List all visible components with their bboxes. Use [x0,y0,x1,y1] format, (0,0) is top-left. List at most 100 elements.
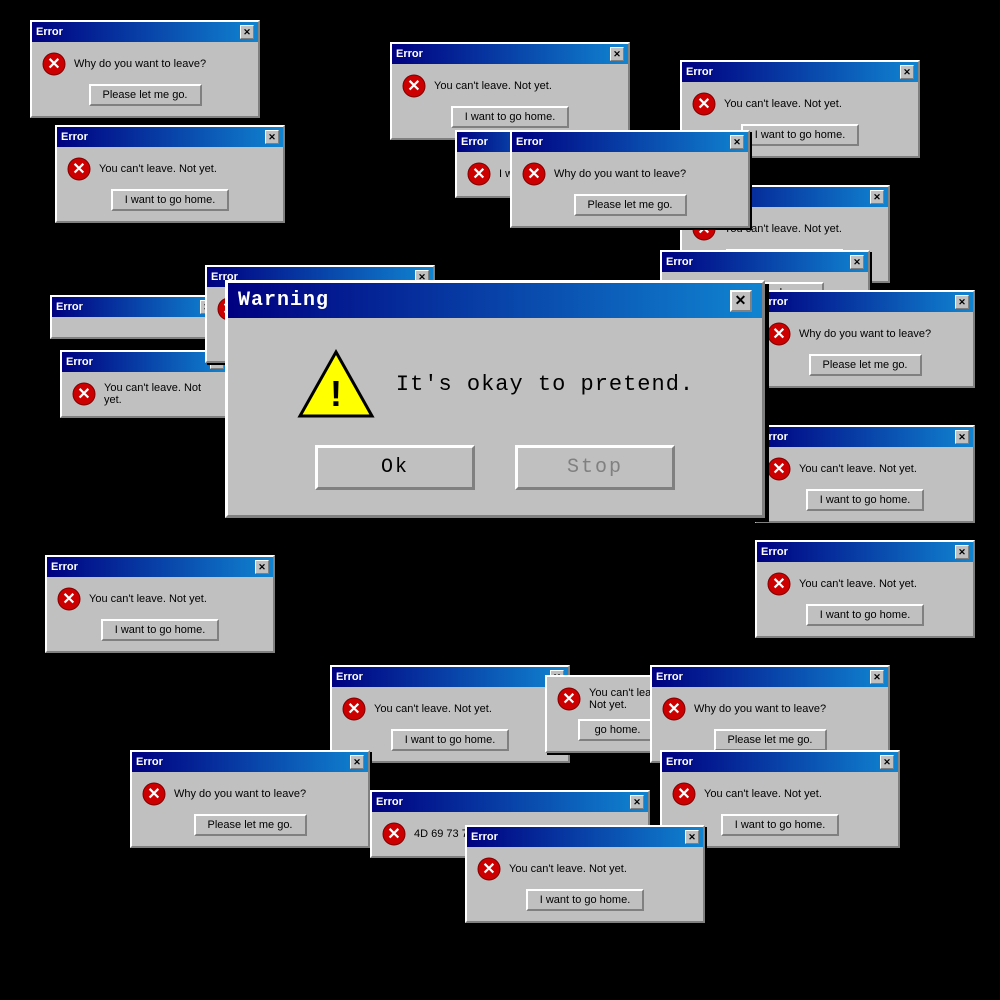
svg-text:✕: ✕ [482,861,495,878]
error-titlebar: Error ✕ [57,127,283,147]
error-title-label: Error [761,296,788,308]
error-message-row: ✕ You can't leave. Not yet. [767,572,963,596]
error-icon: ✕ [57,587,81,611]
error-message-row: ✕ You can't leave. Not yet. [67,157,273,181]
error-close-button[interactable]: ✕ [630,795,644,809]
error-body: ✕ Why do you want to leave? Please let m… [132,772,368,846]
error-close-button[interactable]: ✕ [255,560,269,574]
error-close-button[interactable]: ✕ [870,190,884,204]
svg-text:✕: ✕ [677,786,690,803]
error-title-label: Error [51,561,78,573]
warning-dialog: Warning ✕ ! It's okay to pretend. Ok Sto… [225,280,765,518]
error-dialog: Error ✕ ✕ Why do you want to leave? Plea… [650,665,890,763]
error-message: You can't leave. Not yet. [89,593,207,605]
error-dialog: Error ✕ ✕ You can't leave. Not yet. I wa… [45,555,275,653]
error-title-label: Error [666,256,693,268]
error-body: ✕ You can't leave. Not yet. I want to go… [757,447,973,521]
error-close-button[interactable]: ✕ [870,670,884,684]
error-title-label: Error [656,671,683,683]
svg-text:✕: ✕ [472,166,485,183]
error-action-button[interactable]: Please let me go. [194,814,307,836]
error-action-button[interactable]: Please let me go. [574,194,687,216]
error-body: ✕ Why do you want to leave? Please let m… [512,152,748,226]
error-message-row: ✕ Why do you want to leave? [42,52,248,76]
error-action-button[interactable]: I want to go home. [806,489,925,511]
error-action-button[interactable]: Please let me go. [809,354,922,376]
error-icon: ✕ [672,782,696,806]
error-body: ✕ You can't leave. Not yet. I want to go… [57,147,283,221]
ok-button[interactable]: Ok [315,445,475,490]
stop-button[interactable]: Stop [515,445,675,490]
error-title-label: Error [686,66,713,78]
warning-close-button[interactable]: ✕ [730,290,752,312]
error-message: You can't leave. Not yet. [799,463,917,475]
error-action-button[interactable]: Please let me go. [714,729,827,751]
error-body: ✕ You can't leave. Not yet. I want to go… [757,562,973,636]
svg-text:✕: ✕ [62,591,75,608]
error-titlebar: Error ✕ [47,557,273,577]
svg-text:✕: ✕ [47,56,60,73]
error-message-row: ✕ Why do you want to leave? [767,322,963,346]
warning-message-row: ! It's okay to pretend. [296,348,694,420]
error-action-button[interactable]: go home. [578,719,658,741]
svg-text:✕: ✕ [387,826,400,843]
error-action-button[interactable]: I want to go home. [526,889,645,911]
error-close-button[interactable]: ✕ [685,830,699,844]
error-close-button[interactable]: ✕ [850,255,864,269]
error-message: You can't leave. Not yet. [434,80,552,92]
error-message: Why do you want to leave? [694,703,826,715]
error-action-button[interactable]: I want to go home. [451,106,570,128]
error-close-button[interactable]: ✕ [900,65,914,79]
error-close-button[interactable]: ✕ [955,545,969,559]
warning-buttons: Ok Stop [315,445,675,490]
error-body: ✕ You can't leave. Not yet. [62,372,228,416]
error-titlebar: Error ✕ [132,752,368,772]
error-icon: ✕ [67,157,91,181]
error-close-button[interactable]: ✕ [265,130,279,144]
error-close-button[interactable]: ✕ [955,295,969,309]
error-dialog: Error ✕ ✕ Why do you want to leave? Plea… [30,20,260,118]
error-close-button[interactable]: ✕ [880,755,894,769]
error-action-button[interactable]: I want to go home. [111,189,230,211]
error-body: ✕ You can't leave. Not yet. I want to go… [392,64,628,138]
error-close-button[interactable]: ✕ [610,47,624,61]
error-titlebar: Error ✕ [467,827,703,847]
error-action-button[interactable]: Please let me go. [89,84,202,106]
error-action-button[interactable]: I want to go home. [806,604,925,626]
error-close-button[interactable]: ✕ [730,135,744,149]
error-dialog: Error ✕ ✕ You can't leave. Not yet. I wa… [755,540,975,638]
error-titlebar: Error ✕ [662,752,898,772]
svg-text:✕: ✕ [667,701,680,718]
svg-text:✕: ✕ [147,786,160,803]
error-message-row: ✕ Why do you want to leave? [662,697,878,721]
error-titlebar: Error ✕ [332,667,568,687]
error-action-button[interactable]: I want to go home. [721,814,840,836]
error-message: Why do you want to leave? [174,788,306,800]
error-titlebar: Error ✕ [32,22,258,42]
error-message: You can't leave. Not yet. [509,863,627,875]
error-icon: ✕ [342,697,366,721]
error-titlebar: Error ✕ [52,297,218,317]
error-message-row: ✕ You can't leave. Not yet. [402,74,618,98]
error-message-row: ✕ You can't leave. Not yet. [57,587,263,611]
error-titlebar: Error ✕ [652,667,888,687]
warning-body: ! It's okay to pretend. Ok Stop [228,318,762,515]
error-close-button[interactable]: ✕ [955,430,969,444]
error-icon: ✕ [72,382,96,406]
error-title-label: Error [761,431,788,443]
error-icon: ✕ [477,857,501,881]
error-body: ✕ Why do you want to leave? Please let m… [32,42,258,116]
error-action-button[interactable]: I want to go home. [391,729,510,751]
error-body: ✕ Why do you want to leave? Please let m… [757,312,973,386]
svg-text:!: ! [330,373,342,414]
error-titlebar: Error ✕ [392,44,628,64]
error-dialog: Error ✕ ✕ You can't leave. Not yet. I wa… [755,425,975,523]
error-action-button[interactable]: I want to go home. [101,619,220,641]
error-dialog: Error ✕ [50,295,220,339]
error-title-label: Error [376,796,403,808]
error-titlebar: Error ✕ [62,352,228,372]
error-close-button[interactable]: ✕ [240,25,254,39]
error-title-label: Error [461,136,488,148]
error-close-button[interactable]: ✕ [350,755,364,769]
error-action-button[interactable]: I want to go home. [741,124,860,146]
